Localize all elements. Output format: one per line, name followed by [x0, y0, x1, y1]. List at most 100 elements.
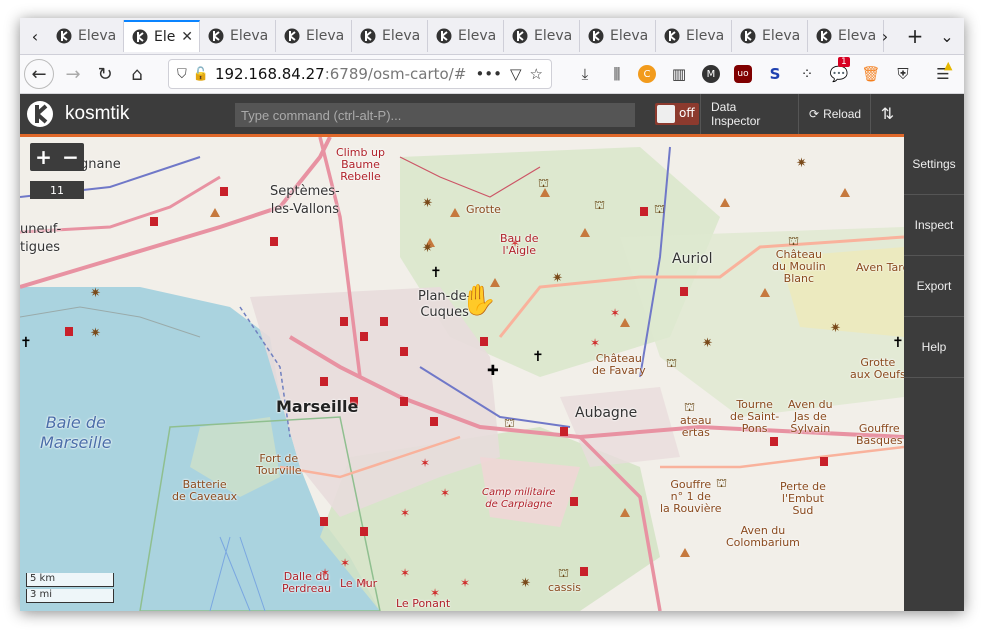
browser-tab[interactable]: Eleva — [352, 20, 428, 52]
reload-button[interactable]: ⟳ Reload — [798, 94, 870, 134]
library-icon[interactable]: ⫼ — [606, 63, 628, 85]
sidebar-settings[interactable]: Settings — [904, 134, 964, 195]
tracking-shield-icon[interactable]: ⛉ — [177, 67, 187, 82]
sidebar-help[interactable]: Help — [904, 317, 964, 378]
home-button[interactable]: ⌂ — [122, 59, 152, 89]
browser-tab[interactable]: Eleva — [428, 20, 504, 52]
bookmark-star-icon[interactable]: ☆ — [530, 65, 543, 83]
extension-dots-icon[interactable]: ⁘ — [796, 63, 818, 85]
navigation-bar: ← → ↻ ⌂ ⛉ 🔓 192.168.84.27:6789/osm-carto… — [20, 55, 964, 94]
pocket-icon[interactable]: ▽ — [510, 65, 522, 83]
map-label-grotte-aux-oeufs: Grotte aux Oeufs — [850, 356, 904, 381]
insecure-connection-icon[interactable]: 🔓 — [193, 67, 209, 82]
kosmtik-favicon-icon — [208, 28, 224, 44]
map-label-neuf: uneuf- tigues — [20, 222, 62, 255]
zoom-in-button[interactable]: + — [30, 143, 57, 171]
toggle-switch[interactable]: off — [655, 103, 699, 125]
svg-text:✝: ✝ — [20, 335, 32, 351]
map-label-gnane: gnane — [80, 157, 121, 172]
trash-icon[interactable]: 🗑 — [860, 63, 882, 85]
svg-text:⛫: ⛫ — [788, 234, 799, 248]
svg-text:⛫: ⛫ — [594, 198, 605, 212]
notification-badge: 1 — [838, 57, 850, 67]
new-tab-button[interactable]: + — [902, 22, 928, 50]
kosmtik-favicon-icon — [664, 28, 680, 44]
map-label-marseille: Marseille — [276, 397, 359, 416]
data-inspector-button[interactable]: Data Inspector — [700, 94, 798, 134]
sidebar-inspect[interactable]: Inspect — [904, 195, 964, 256]
update-warning-icon: ▲ — [944, 59, 953, 72]
scale-bar-mi: 3 mi — [26, 589, 114, 603]
map-canvas[interactable]: ✶ ✶ ✶ ✶ ✶ ✶ ✶ ✶ ✶ ✶ ✶ ✶ ✷ ✷ ✷ ✷ ✷ ✷ ✷ ✷ ✷ — [20, 137, 904, 611]
tabs-scroll-right-button[interactable]: › — [872, 22, 898, 50]
svg-text:✷: ✷ — [830, 321, 841, 336]
browser-tab[interactable]: Eleva — [656, 20, 732, 52]
swap-icon[interactable]: ⇅ — [870, 94, 904, 134]
browser-tab[interactable]: Eleva — [276, 20, 352, 52]
downloads-icon[interactable]: ⤓ — [574, 63, 596, 85]
reader-view-icon[interactable]: ▥ — [668, 63, 690, 85]
map-label-le-mur: Le Mur — [340, 577, 378, 590]
tab-label: Eleva — [78, 28, 117, 44]
svg-text:⛫: ⛫ — [684, 400, 695, 414]
browser-tab[interactable]: Ele ✕ — [124, 20, 200, 52]
browser-tab[interactable]: Eleva — [200, 20, 276, 52]
browser-tab[interactable]: Eleva — [732, 20, 808, 52]
kosmtik-sidebar: Settings Inspect Export Help — [904, 134, 964, 611]
tab-label: Eleva — [382, 28, 421, 44]
tab-list-button[interactable]: ⌄ — [934, 22, 960, 50]
browser-tab[interactable]: Eleva — [48, 20, 124, 52]
sidebar-export[interactable]: Export — [904, 256, 964, 317]
svg-text:✶: ✶ — [460, 576, 470, 590]
extension-c-icon[interactable]: C — [638, 65, 656, 83]
tab-label: Eleva — [306, 28, 345, 44]
menu-icon[interactable]: ☰ ▲ — [932, 59, 954, 85]
browser-tab[interactable]: Eleva — [504, 20, 580, 52]
map-label-le-ponant: Le Ponant — [396, 597, 451, 610]
toggle-label: off — [679, 106, 695, 120]
map-label-cassis: cassis — [548, 581, 582, 594]
extension-m-icon[interactable]: M — [702, 65, 720, 83]
chat-extension-icon[interactable]: 💬 1 — [828, 57, 850, 85]
svg-text:✶: ✶ — [400, 566, 410, 580]
tab-label: Eleva — [838, 28, 877, 44]
map-label-climb-up: Climb up Baume Rebelle — [336, 146, 385, 183]
map-label-bau-de-laigle: Bau de l'Aigle — [500, 232, 539, 257]
tabs-scroll-left-button[interactable]: ‹ — [22, 22, 48, 50]
map-label-batterie-de-caveaux: Batterie de Caveaux — [172, 478, 238, 503]
zoom-level-indicator: 11 — [30, 181, 84, 199]
map-label-aubagne: Aubagne — [575, 405, 638, 421]
map-label-gouffre-rouviere: Gouffre n° 1 de la Rouvière — [660, 478, 722, 515]
url-path: :6789/osm-carto/# — [324, 65, 467, 83]
svg-text:✶: ✶ — [440, 486, 450, 500]
command-input[interactable] — [235, 103, 635, 127]
map-label-aven-tard: Aven Tard — [856, 261, 904, 274]
tab-close-icon[interactable]: ✕ — [181, 29, 193, 45]
ublock-icon[interactable]: uo — [734, 65, 752, 83]
map-label-chateau-moulin-blanc: Château du Moulin Blanc — [772, 248, 826, 285]
map-label-baie-de-marseille: Baie de Marseille — [40, 413, 112, 452]
tab-label: Eleva — [230, 28, 269, 44]
svg-text:✚: ✚ — [487, 363, 499, 379]
shield-extension-icon[interactable]: ⛨ — [892, 63, 914, 85]
reload-page-button[interactable]: ↻ — [90, 59, 120, 89]
browser-tab[interactable]: Eleva — [580, 20, 656, 52]
kosmtik-favicon-icon — [588, 28, 604, 44]
kosmtik-title: kosmtik — [65, 103, 130, 124]
page-actions-icon[interactable]: ••• — [475, 65, 502, 83]
svg-text:✶: ✶ — [590, 336, 600, 350]
back-button[interactable]: ← — [24, 59, 54, 89]
svg-text:⛫: ⛫ — [654, 202, 665, 216]
svg-text:✶: ✶ — [400, 506, 410, 520]
forward-button[interactable]: → — [58, 59, 88, 89]
svg-text:✷: ✷ — [796, 156, 807, 171]
map-label-fort-de-tourville: Fort de Tourville — [256, 452, 302, 477]
extension-s-icon[interactable]: S — [764, 63, 786, 85]
url-bar[interactable]: ⛉ 🔓 192.168.84.27:6789/osm-carto/# ••• ▽… — [168, 59, 552, 89]
svg-text:✷: ✷ — [702, 336, 713, 351]
kosmtik-favicon-icon — [816, 28, 832, 44]
map-label-grotte: Grotte — [466, 203, 501, 216]
zoom-out-button[interactable]: − — [57, 143, 84, 171]
map-label-camp-militaire: Camp militaire de Carpiagne — [482, 487, 556, 510]
svg-text:✷: ✷ — [90, 286, 101, 301]
